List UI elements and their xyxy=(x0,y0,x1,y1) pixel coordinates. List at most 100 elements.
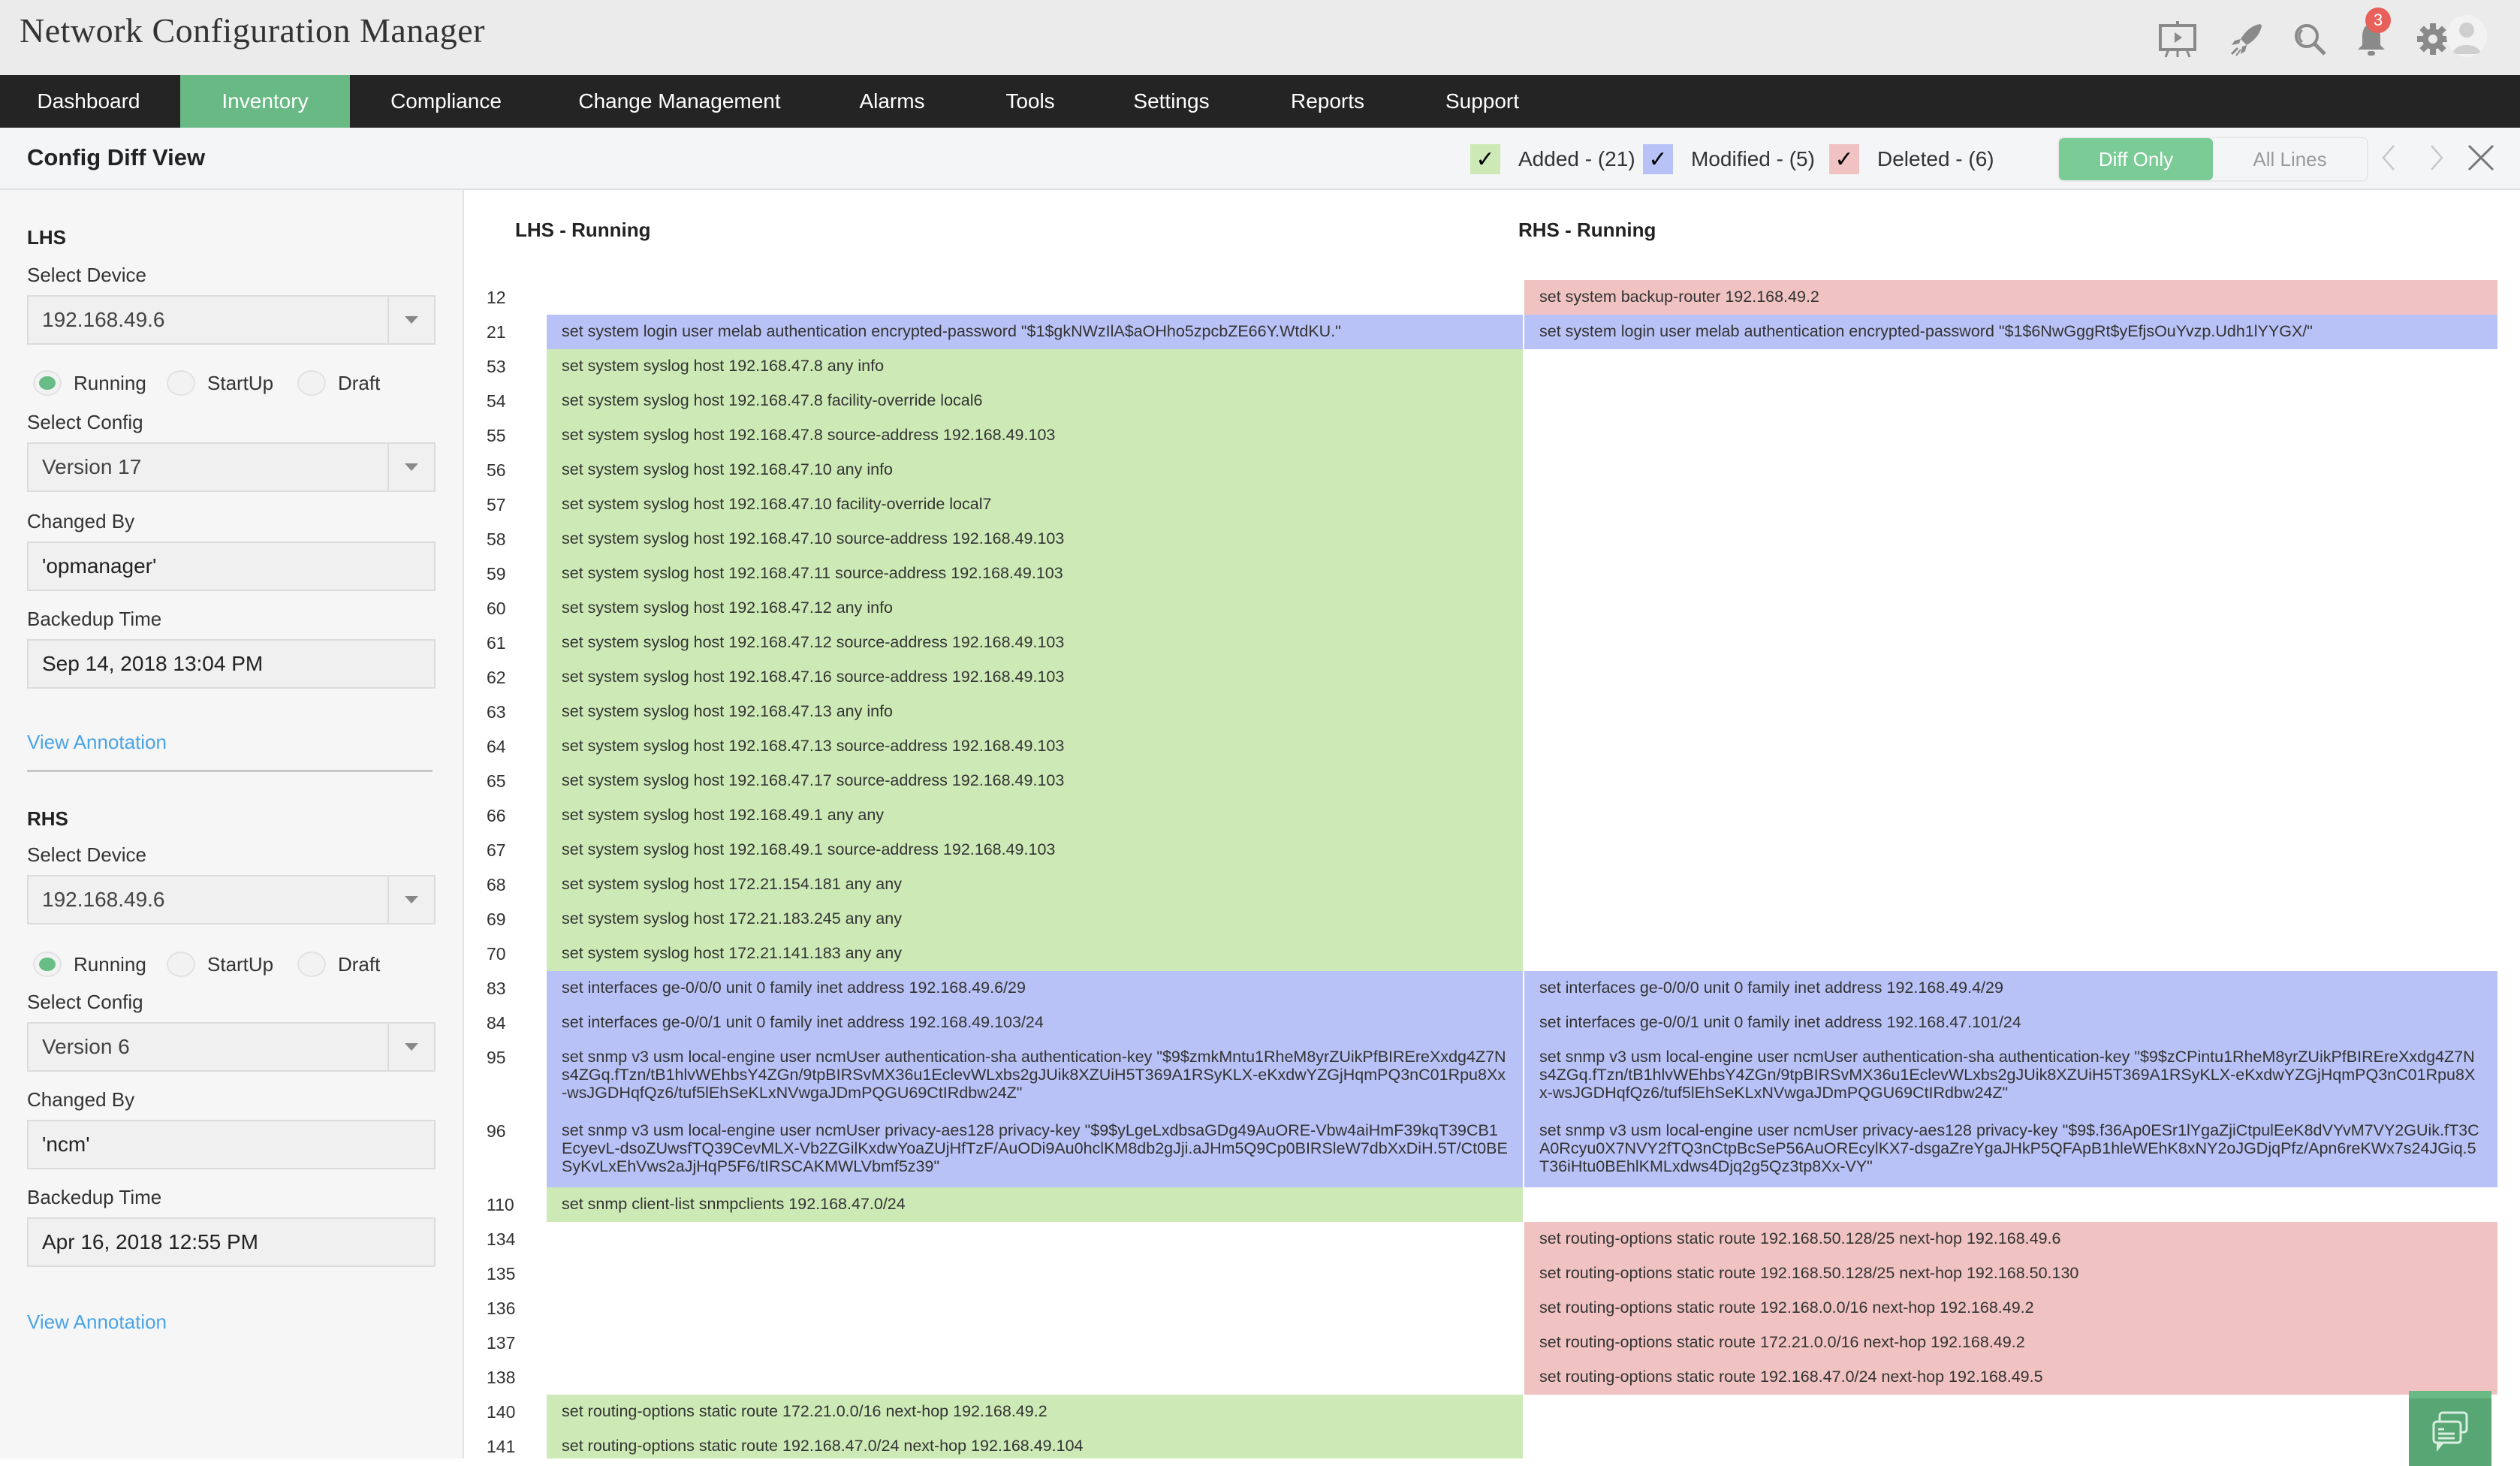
rocket-icon[interactable] xyxy=(2227,20,2266,59)
nav-dashboard[interactable]: Dashboard xyxy=(0,75,177,128)
lhs-changed-by-field: 'opmanager' xyxy=(27,541,436,591)
rhs-cell: set routing-options static route 192.168… xyxy=(1524,1256,2497,1291)
line-number: 56 xyxy=(487,460,506,480)
user-avatar-icon[interactable] xyxy=(2446,15,2487,57)
previous-diff-button[interactable] xyxy=(2373,141,2406,174)
diff-row: 110 set snmp client-list snmpclients 192.… xyxy=(464,1187,2520,1222)
rhs-cell xyxy=(1524,798,2497,833)
lhs-cell xyxy=(547,1291,1523,1326)
line-number: 137 xyxy=(487,1333,516,1353)
rhs-device-select[interactable]: 192.168.49.6 xyxy=(27,875,436,925)
rhs-cell xyxy=(1524,1429,2497,1458)
lhs-cell xyxy=(547,1360,1523,1395)
diff-row: 56 set system syslog host 192.168.47.10 a… xyxy=(464,453,2520,487)
rhs-cell xyxy=(1524,384,2497,418)
legend-added-toggle[interactable]: ✓ Added - (21) xyxy=(1470,144,1635,174)
chevron-down-icon xyxy=(387,1024,434,1070)
line-number: 63 xyxy=(487,702,506,722)
rhs-config-value: Version 6 xyxy=(42,1035,130,1058)
check-icon: ✓ xyxy=(1643,144,1673,174)
next-diff-button[interactable] xyxy=(2419,141,2452,174)
view-toggle: Diff Only All Lines xyxy=(2057,137,2368,182)
lhs-config-select[interactable]: Version 17 xyxy=(27,442,436,492)
close-button[interactable] xyxy=(2464,141,2497,174)
nav-alarms[interactable]: Alarms xyxy=(839,75,945,128)
rhs-cell xyxy=(1524,591,2497,626)
rhs-cell xyxy=(1524,557,2497,591)
rhs-cell: set routing-options static route 192.168… xyxy=(1524,1360,2497,1395)
rhs-radio-startup[interactable]: StartUp xyxy=(167,952,273,977)
diff-only-button[interactable]: Diff Only xyxy=(2059,138,2213,180)
lhs-cell: set system syslog host 192.168.47.10 sou… xyxy=(547,522,1523,557)
line-number: 70 xyxy=(487,944,506,964)
lhs-backup-time-label: Backedup Time xyxy=(27,608,162,630)
nav-settings[interactable]: Settings xyxy=(1119,75,1224,128)
rhs-cell: set routing-options static route 192.168… xyxy=(1524,1291,2497,1326)
line-number: 68 xyxy=(487,875,506,894)
app-title: Network Configuration Manager xyxy=(20,11,486,50)
lhs-radio-running[interactable]: Running xyxy=(33,370,146,396)
rhs-radio-running[interactable]: Running xyxy=(33,952,146,977)
diff-row: 95 set snmp v3 usm local-engine user ncmU… xyxy=(464,1040,2520,1114)
nav-tools[interactable]: Tools xyxy=(990,75,1071,128)
lhs-cell: set system syslog host 192.168.47.11 sou… xyxy=(547,557,1523,591)
chat-icon xyxy=(2432,1411,2468,1452)
lhs-radio-startup[interactable]: StartUp xyxy=(167,370,273,396)
rhs-config-select[interactable]: Version 6 xyxy=(27,1022,436,1072)
all-lines-button[interactable]: All Lines xyxy=(2213,138,2367,180)
legend-deleted-toggle[interactable]: ✓ Deleted - (6) xyxy=(1829,144,1994,174)
presentation-icon[interactable] xyxy=(2158,20,2197,59)
rhs-cell xyxy=(1524,349,2497,384)
legend-modified-label: Modified - (5) xyxy=(1691,147,1815,170)
nav-compliance[interactable]: Compliance xyxy=(368,75,524,128)
line-number: 67 xyxy=(487,840,506,860)
chat-button[interactable] xyxy=(2409,1391,2491,1466)
lhs-cell xyxy=(547,1256,1523,1291)
rhs-cell: set interfaces ge-0/0/1 unit 0 family in… xyxy=(1524,1006,2497,1040)
rhs-cell xyxy=(1524,902,2497,937)
lhs-cell: set system syslog host 172.21.154.181 an… xyxy=(547,867,1523,902)
check-icon: ✓ xyxy=(1470,144,1500,174)
rhs-cell xyxy=(1524,695,2497,729)
lhs-device-label: Select Device xyxy=(27,264,146,286)
nav-reports[interactable]: Reports xyxy=(1277,75,1379,128)
line-number: 59 xyxy=(487,564,506,584)
rhs-cell: set interfaces ge-0/0/0 unit 0 family in… xyxy=(1524,971,2497,1006)
line-number: 60 xyxy=(487,599,506,618)
lhs-cell: set system syslog host 192.168.47.8 faci… xyxy=(547,384,1523,418)
nav-support[interactable]: Support xyxy=(1431,75,1533,128)
line-number: 95 xyxy=(487,1048,506,1067)
lhs-radio-draft[interactable]: Draft xyxy=(297,370,380,396)
lhs-cell: set system syslog host 172.21.183.245 an… xyxy=(547,902,1523,937)
line-number: 21 xyxy=(487,322,506,342)
lhs-cell: set snmp v3 usm local-engine user ncmUse… xyxy=(547,1114,1523,1187)
rhs-changed-by-field: 'ncm' xyxy=(27,1120,436,1169)
page-title: Config Diff View xyxy=(27,144,206,170)
chevron-left-icon xyxy=(2382,145,2395,170)
check-icon: ✓ xyxy=(1829,144,1859,174)
line-number: 69 xyxy=(487,909,506,929)
diff-row: 136 set routing-options static route 192.… xyxy=(464,1291,2520,1326)
rhs-cell xyxy=(1524,1187,2497,1222)
search-icon[interactable] xyxy=(2290,20,2329,59)
nav-inventory[interactable]: Inventory xyxy=(180,75,350,128)
nav-change-management[interactable]: Change Management xyxy=(562,75,797,128)
rhs-view-annotation-link[interactable]: View Annotation xyxy=(27,1311,167,1334)
lhs-cell: set routing-options static route 192.168… xyxy=(547,1429,1523,1458)
rhs-radio-draft[interactable]: Draft xyxy=(297,952,380,977)
diff-row: 55 set system syslog host 192.168.47.8 so… xyxy=(464,418,2520,453)
line-number: 140 xyxy=(487,1402,516,1422)
lhs-view-annotation-link[interactable]: View Annotation xyxy=(27,731,167,754)
lhs-config-label: Select Config xyxy=(27,411,143,433)
legend-modified-toggle[interactable]: ✓ Modified - (5) xyxy=(1643,144,1815,174)
rhs-backup-time-field: Apr 16, 2018 12:55 PM xyxy=(27,1217,436,1267)
chevron-right-icon xyxy=(2431,145,2443,170)
lhs-cell xyxy=(547,280,1523,315)
line-number: 138 xyxy=(487,1368,516,1387)
diff-row: 53 set system syslog host 192.168.47.8 an… xyxy=(464,349,2520,384)
lhs-device-select[interactable]: 192.168.49.6 xyxy=(27,295,436,345)
diff-row: 62 set system syslog host 192.168.47.16 s… xyxy=(464,660,2520,695)
lhs-cell: set system syslog host 192.168.47.17 sou… xyxy=(547,764,1523,798)
diff-row: 21 set system login user melab authentica… xyxy=(464,315,2520,349)
chevron-down-icon xyxy=(387,444,434,490)
